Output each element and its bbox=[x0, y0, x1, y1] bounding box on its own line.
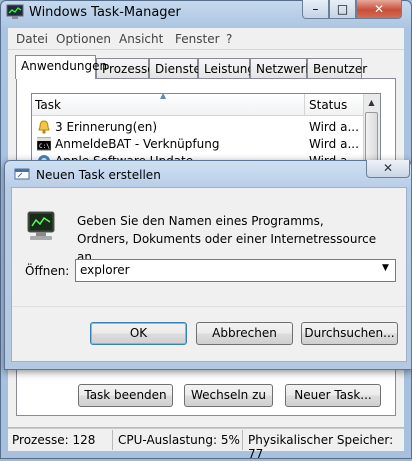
column-header-status[interactable]: Status bbox=[309, 98, 347, 112]
new-task-button[interactable]: Neuer Task... bbox=[285, 384, 381, 407]
minimize-icon: – bbox=[312, 2, 319, 16]
status-divider bbox=[112, 430, 113, 450]
menu-datei[interactable]: Datei bbox=[16, 32, 48, 46]
dialog-title: Neuen Task erstellen bbox=[36, 168, 161, 182]
menu-optionen[interactable]: Optionen bbox=[56, 32, 111, 46]
open-input-value[interactable]: explorer bbox=[80, 263, 130, 277]
table-row[interactable]: 3 Erinnerung(en) Wird a... bbox=[37, 119, 363, 136]
dialog-close-button[interactable]: ✕ bbox=[366, 160, 410, 178]
task-status: Wird a... bbox=[309, 120, 359, 134]
column-header-task[interactable]: Task bbox=[35, 98, 61, 112]
menu-ansicht[interactable]: Ansicht bbox=[119, 32, 163, 46]
status-cpu: CPU-Auslastung: 5% bbox=[118, 433, 240, 447]
task-name: AnmeldeBAT - Verknüpfung bbox=[55, 137, 220, 151]
task-status: Wird a... bbox=[309, 137, 359, 151]
maximize-icon: □ bbox=[336, 2, 349, 16]
menu-bar: Datei Optionen Ansicht Fenster ? bbox=[8, 28, 404, 50]
sort-arrow-icon: ▲ bbox=[160, 91, 167, 100]
close-icon: ✕ bbox=[382, 161, 394, 175]
run-dialog-icon bbox=[14, 167, 30, 181]
bell-icon bbox=[37, 120, 51, 134]
scroll-up-icon[interactable]: ▲ bbox=[364, 95, 379, 111]
status-processes: Prozesse: 128 bbox=[12, 433, 96, 447]
close-button[interactable]: ✕ bbox=[356, 0, 402, 19]
browse-button[interactable]: Durchsuchen... bbox=[301, 322, 398, 345]
run-program-icon bbox=[24, 210, 58, 244]
tab-anwendungen[interactable]: Anwendungen bbox=[15, 55, 107, 79]
status-divider bbox=[242, 430, 243, 450]
scrollbar-thumb[interactable] bbox=[365, 112, 378, 162]
svg-text:C:\: C:\ bbox=[39, 143, 50, 150]
menu-fenster[interactable]: Fenster bbox=[175, 32, 220, 46]
window-title: Windows Task-Manager bbox=[29, 5, 181, 20]
task-manager-icon bbox=[6, 4, 24, 20]
tab-netzwerk[interactable]: Netzwerk bbox=[250, 58, 312, 78]
ok-button[interactable]: OK bbox=[90, 322, 187, 345]
end-task-button[interactable]: Task beenden bbox=[78, 384, 173, 407]
tab-benutzer[interactable]: Benutzer bbox=[307, 58, 367, 78]
open-label: Öffnen: bbox=[25, 264, 70, 278]
cancel-button[interactable]: Abbrechen bbox=[196, 322, 293, 345]
tab-leistung[interactable]: Leistung bbox=[198, 58, 255, 78]
table-row[interactable]: C:\ AnmeldeBAT - Verknüpfung Wird a... bbox=[36, 136, 363, 153]
chevron-down-icon[interactable]: ▼ bbox=[382, 263, 389, 273]
minimize-button[interactable]: – bbox=[302, 0, 329, 19]
status-memory: Physikalischer Speicher: 77 bbox=[248, 433, 394, 461]
maximize-button[interactable]: □ bbox=[329, 0, 356, 19]
column-divider[interactable] bbox=[304, 94, 305, 116]
dialog-description: Geben Sie den Namen eines Programms, Ord… bbox=[77, 214, 377, 264]
tab-dienste[interactable]: Dienste bbox=[149, 58, 201, 78]
console-icon: C:\ bbox=[36, 137, 52, 151]
close-icon: ✕ bbox=[373, 2, 385, 16]
switch-to-button[interactable]: Wechseln zu bbox=[184, 384, 273, 407]
menu-help[interactable]: ? bbox=[226, 32, 232, 46]
task-name: 3 Erinnerung(en) bbox=[55, 120, 158, 134]
